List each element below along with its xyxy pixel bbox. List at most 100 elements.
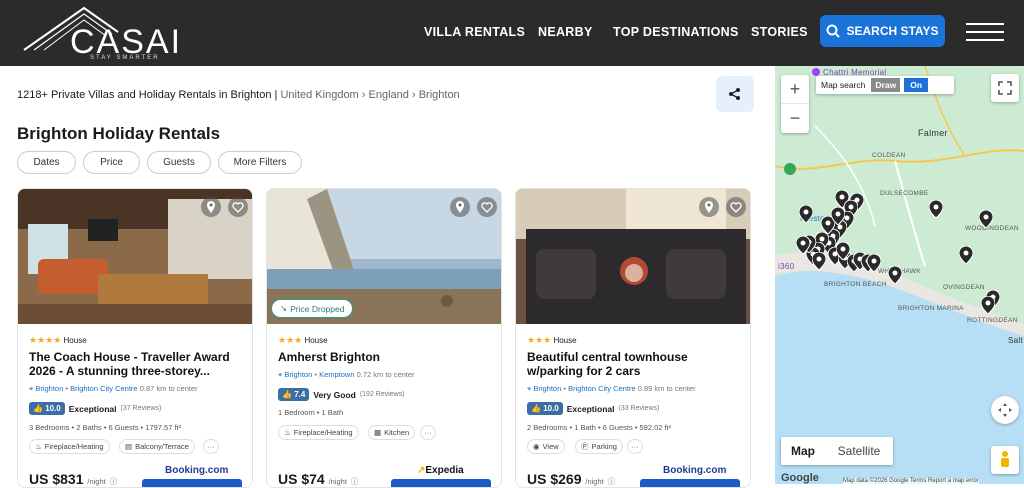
- nav-stories[interactable]: STORIES: [751, 25, 808, 39]
- kitchen-icon: ▦: [374, 428, 382, 437]
- breadcrumb-england[interactable]: England: [369, 89, 409, 101]
- hamburger-menu-icon[interactable]: [966, 23, 1004, 41]
- map-pan-control-icon[interactable]: [991, 396, 1019, 424]
- zoom-in-button[interactable]: +: [781, 75, 809, 104]
- amenity-label: Parking: [591, 442, 617, 451]
- map-place-label: DULSECOMBE: [880, 190, 929, 197]
- filter-price[interactable]: Price: [83, 151, 140, 174]
- price-value: US $74: [278, 471, 325, 487]
- fire-icon: ♨: [284, 428, 291, 437]
- draw-toggle[interactable]: Draw: [871, 78, 901, 92]
- location-area[interactable]: Kemptown: [319, 370, 354, 379]
- map-marker-icon[interactable]: [830, 206, 846, 226]
- location-area[interactable]: Brighton City Centre: [568, 384, 636, 393]
- street-view-pegman-icon[interactable]: [991, 446, 1019, 474]
- filter-guests[interactable]: Guests: [147, 151, 211, 174]
- page-title: Brighton Holiday Rentals: [17, 124, 221, 143]
- map-marker-icon[interactable]: [811, 251, 827, 271]
- location-pin-icon[interactable]: [699, 197, 719, 217]
- nav-villa-rentals[interactable]: VILLA RENTALS: [424, 25, 525, 39]
- price-dropped-label: Price Dropped: [290, 303, 345, 314]
- satellite-tab[interactable]: Satellite: [825, 444, 893, 458]
- map-place-label: COLDEAN: [872, 152, 906, 159]
- map-marker-icon[interactable]: [980, 295, 996, 315]
- zoom-out-button[interactable]: −: [781, 104, 809, 133]
- nav-nearby[interactable]: NEARBY: [538, 25, 593, 39]
- location-pin-icon[interactable]: [450, 197, 470, 217]
- map-marker-icon[interactable]: [978, 209, 994, 229]
- map-marker-icon[interactable]: [958, 245, 974, 265]
- price-per-night: /night: [328, 477, 347, 486]
- chevron-right-icon: ›: [361, 89, 366, 101]
- breadcrumb-united-kingdom[interactable]: United Kingdom: [280, 89, 358, 101]
- price-per-night: /night: [585, 477, 604, 486]
- filter-more-filters[interactable]: More Filters: [218, 151, 302, 174]
- listing-location: ⌖ Brighton • Brighton City Centre 0.89 k…: [527, 384, 696, 393]
- amenity-label: View: [542, 442, 559, 451]
- map-pin-icon: ⌖: [29, 384, 34, 393]
- rating-score: 7.4: [294, 390, 306, 399]
- on-toggle[interactable]: On: [904, 78, 929, 92]
- location-city[interactable]: Brighton: [284, 370, 312, 379]
- distance-text: 0.72 km to center: [356, 370, 415, 379]
- map-pin-icon: ⌖: [527, 384, 532, 393]
- info-icon[interactable]: ⓘ: [351, 477, 359, 486]
- casai-logo[interactable]: CASAI STAY SMARTER: [22, 4, 180, 62]
- more-amenities-button[interactable]: ···: [203, 439, 219, 454]
- balcony-icon: ▤: [125, 442, 133, 451]
- rating-score: 10.0: [45, 404, 61, 413]
- map-marker-icon[interactable]: [795, 235, 811, 255]
- map-marker-icon[interactable]: [928, 199, 944, 219]
- map-marker-icon[interactable]: [887, 265, 903, 285]
- listing-card[interactable]: ↘ Price Dropped ★★★ House Amherst Brighto…: [266, 188, 502, 488]
- search-icon: [826, 24, 841, 38]
- provider-name: Expedia: [425, 465, 464, 476]
- listing-card[interactable]: ★★★ House Beautiful central townhouse w/…: [515, 188, 751, 488]
- listing-price: US $74 /night ⓘ: [278, 471, 358, 487]
- share-button[interactable]: [716, 76, 754, 112]
- amenity-label: Kitchen: [384, 428, 410, 437]
- info-icon[interactable]: ⓘ: [608, 477, 616, 486]
- amenities-row: ◉ View Ⓟ Parking ···: [527, 439, 747, 455]
- map-type-tabs: Map Satellite: [781, 437, 893, 465]
- listing-title[interactable]: Beautiful central townhouse w/parking fo…: [527, 350, 742, 378]
- map-panel[interactable]: Chattri Memorial Falmer COLDEAN DULSECOM…: [775, 66, 1024, 484]
- heart-favorite-icon[interactable]: [726, 197, 746, 217]
- map-marker-icon[interactable]: [798, 204, 814, 224]
- rating-label: Very Good: [313, 389, 356, 400]
- review-count[interactable]: (37 Reviews): [120, 405, 161, 412]
- map-place-label: BRIGHTON MARINA: [898, 305, 964, 312]
- heart-favorite-icon[interactable]: [228, 197, 248, 217]
- info-icon[interactable]: ⓘ: [110, 477, 118, 486]
- location-city[interactable]: Brighton: [35, 384, 63, 393]
- listing-title[interactable]: Amherst Brighton: [278, 350, 493, 364]
- more-amenities-button[interactable]: ···: [420, 425, 436, 440]
- map-marker-icon[interactable]: [866, 253, 882, 273]
- filter-dates[interactable]: Dates: [17, 151, 76, 174]
- location-city[interactable]: Brighton: [533, 384, 561, 393]
- review-count[interactable]: (33 Reviews): [618, 405, 659, 412]
- price-per-night: /night: [87, 477, 106, 486]
- fire-icon: ♨: [35, 442, 42, 451]
- map-place-label: Falmer: [918, 128, 948, 138]
- provider-logo: Booking.com: [165, 465, 229, 476]
- location-area[interactable]: Brighton City Centre: [70, 384, 138, 393]
- nav-top-destinations[interactable]: TOP DESTINATIONS: [613, 25, 739, 39]
- fullscreen-icon[interactable]: [991, 74, 1019, 102]
- map-tab[interactable]: Map: [781, 444, 825, 458]
- heart-favorite-icon[interactable]: [477, 197, 497, 217]
- map-search-toggle[interactable]: Map search Draw On: [816, 76, 954, 94]
- listing-card[interactable]: ★★★★ House The Coach House - Traveller A…: [17, 188, 253, 488]
- location-pin-icon[interactable]: [201, 197, 221, 217]
- listing-title[interactable]: The Coach House - Traveller Award 2026 -…: [29, 350, 244, 378]
- search-stays-button[interactable]: SEARCH STAYS: [820, 15, 945, 47]
- review-count[interactable]: (192 Reviews): [360, 391, 405, 398]
- map-place-label: BRIGHTON BEACH: [824, 281, 887, 288]
- map-marker-icon[interactable]: [835, 241, 851, 261]
- amenity-chip: ◉ View: [527, 439, 565, 454]
- listing-location: ⌖ Brighton • Brighton City Centre 0.87 k…: [29, 384, 198, 393]
- rating-row: 👍 7.4 Very Good (192 Reviews): [278, 388, 405, 401]
- chevron-right-icon: ›: [411, 89, 416, 101]
- breadcrumb-brighton[interactable]: Brighton: [419, 89, 460, 101]
- more-amenities-button[interactable]: ···: [627, 439, 643, 454]
